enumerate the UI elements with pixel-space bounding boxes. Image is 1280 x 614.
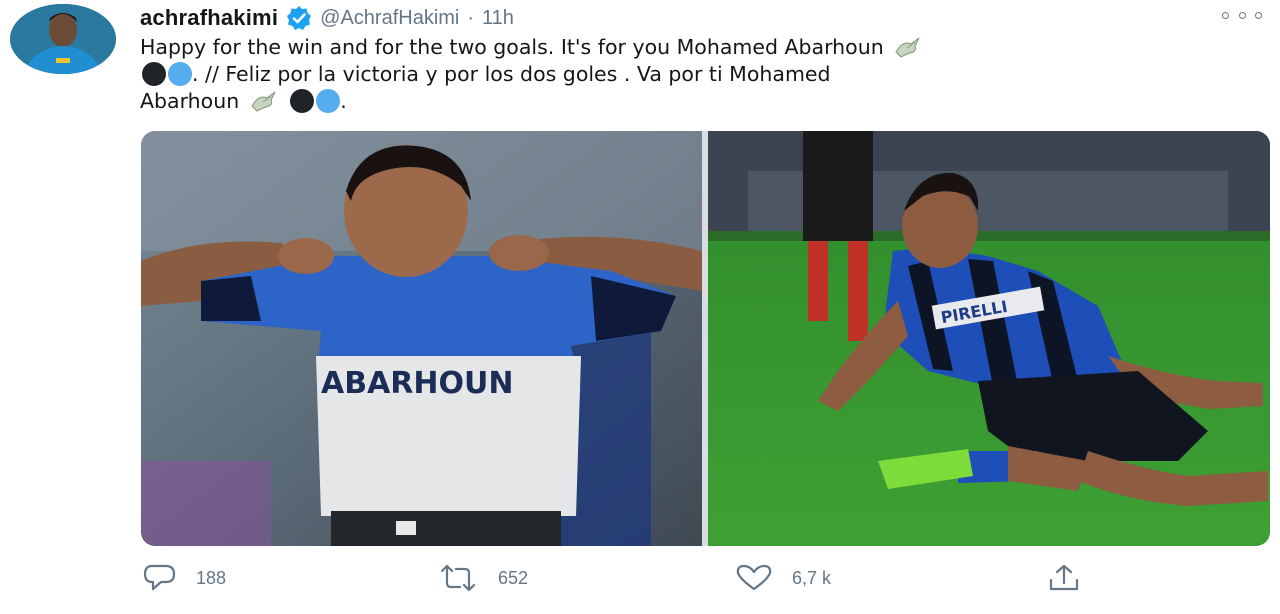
- more-dot-3: [1255, 11, 1262, 19]
- reply-icon: [143, 564, 176, 591]
- reply-count: 188: [196, 567, 227, 588]
- tweet-text-segment: .: [340, 89, 347, 113]
- avatar[interactable]: [10, 4, 116, 74]
- dove-emoji-icon: [893, 36, 923, 58]
- shirt-name-text: ABARHOUN: [321, 366, 513, 401]
- dove-emoji-icon: [249, 90, 279, 112]
- tweet: achrafhakimi @AchrafHakimi · 11h Happy f…: [0, 0, 1280, 614]
- blue-heart-emoji-icon: [316, 89, 341, 113]
- timestamp[interactable]: 11h: [482, 7, 514, 30]
- retweet-button[interactable]: 652: [436, 562, 528, 594]
- tweet-text-segment: Happy for the win and for the two goals.…: [140, 35, 884, 59]
- retweet-count: 652: [498, 567, 529, 588]
- tweet-text-line-2: . // Feliz por la victoria y por los dos…: [140, 61, 1260, 88]
- more-dot-1: [1222, 11, 1229, 19]
- tweet-text-line-1: Happy for the win and for the two goals.…: [140, 34, 1260, 61]
- reply-button[interactable]: 188: [142, 562, 226, 594]
- black-heart-emoji-icon: [142, 62, 166, 86]
- photo-right-image: PIRELLI: [708, 131, 1270, 546]
- tweet-text-segment: . // Feliz por la victoria y por los dos…: [192, 62, 831, 86]
- tweet-media: ABARHOUN PIRELLI: [141, 131, 1270, 546]
- photo-left-image: ABARHOUN: [141, 131, 702, 546]
- separator-dot: ·: [467, 6, 475, 29]
- display-name[interactable]: achrafhakimi: [140, 5, 278, 31]
- tweet-text-line-3: Abarhoun .: [140, 88, 1260, 115]
- like-button[interactable]: 6,7 k: [734, 562, 831, 594]
- like-icon: [736, 564, 772, 591]
- photo-left[interactable]: ABARHOUN: [141, 131, 702, 546]
- more-dot-2: [1238, 11, 1246, 19]
- retweet-icon: [440, 564, 476, 592]
- tweet-text-segment: Abarhoun: [140, 89, 240, 113]
- user-handle[interactable]: @AchrafHakimi: [320, 7, 459, 30]
- tweet-header: achrafhakimi @AchrafHakimi · 11h: [140, 4, 514, 32]
- more-options-icon[interactable]: [1222, 8, 1262, 22]
- black-heart-emoji-icon: [290, 89, 315, 113]
- tweet-text: Happy for the win and for the two goals.…: [140, 34, 1260, 115]
- verified-badge-icon: [286, 5, 312, 31]
- like-count: 6,7 k: [792, 567, 832, 588]
- tweet-actions: 188 652 6,7 k: [0, 562, 1280, 596]
- share-button[interactable]: [1046, 562, 1082, 594]
- blue-heart-emoji-icon: [168, 62, 192, 86]
- avatar-image: [10, 4, 116, 74]
- photo-right[interactable]: PIRELLI: [708, 131, 1270, 546]
- share-icon: [1049, 564, 1079, 591]
